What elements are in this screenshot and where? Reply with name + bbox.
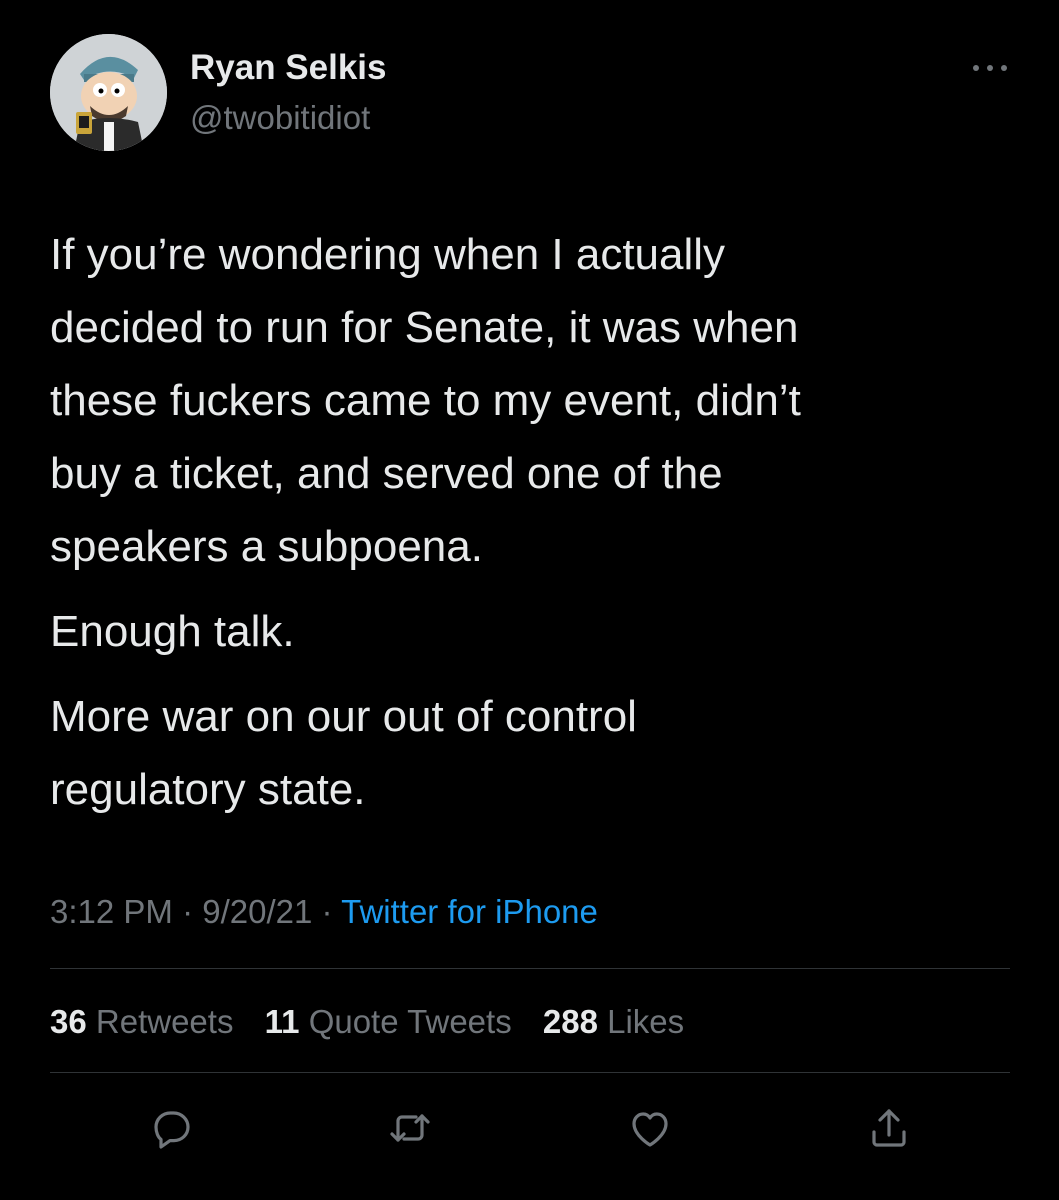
meta-separator: · <box>321 893 333 930</box>
divider <box>50 968 1010 969</box>
author-name[interactable]: Ryan Selkis <box>190 48 387 88</box>
reply-button[interactable] <box>145 1103 195 1153</box>
retweet-button[interactable] <box>385 1103 435 1153</box>
share-icon <box>872 1109 906 1147</box>
tweet-text: If you’re wondering when I actually deci… <box>50 218 1030 838</box>
tweet-source-link[interactable]: Twitter for iPhone <box>341 893 598 930</box>
tweet-stats: 36 Retweets 11 Quote Tweets 288 Likes <box>50 1000 706 1044</box>
retweets-stat[interactable]: 36 Retweets <box>50 1003 243 1040</box>
retweet-icon <box>390 1114 430 1142</box>
tweet-paragraph: Enough talk. <box>50 607 295 656</box>
more-options-button[interactable] <box>968 56 1012 80</box>
tweet-paragraph: More war on our out of control regulator… <box>50 692 637 814</box>
like-button[interactable] <box>625 1103 675 1153</box>
tweet-paragraph: If you’re wondering when I actually deci… <box>50 230 801 571</box>
retweets-count: 36 <box>50 1003 87 1040</box>
reply-icon <box>154 1111 190 1149</box>
tweet-meta: 3:12 PM · 9/20/21 · Twitter for iPhone <box>50 890 598 934</box>
avatar[interactable] <box>50 34 167 151</box>
likes-stat[interactable]: 288 Likes <box>543 1003 684 1040</box>
tweet-time[interactable]: 3:12 PM <box>50 893 173 930</box>
tweet-date[interactable]: 9/20/21 <box>202 893 312 930</box>
likes-count: 288 <box>542 1003 598 1040</box>
share-button[interactable] <box>864 1103 914 1153</box>
more-horizontal-icon <box>973 65 1007 71</box>
author-handle[interactable]: @twobitidiot <box>190 98 370 138</box>
retweets-label: Retweets <box>95 1003 234 1040</box>
quote-tweets-label: Quote Tweets <box>308 1003 512 1040</box>
divider <box>50 1072 1010 1073</box>
likes-label: Likes <box>607 1003 685 1040</box>
heart-icon <box>632 1112 668 1147</box>
quote-tweets-stat[interactable]: 11 Quote Tweets <box>265 1003 521 1040</box>
meta-separator: · <box>182 893 194 930</box>
quote-tweets-count: 11 <box>264 1003 300 1040</box>
